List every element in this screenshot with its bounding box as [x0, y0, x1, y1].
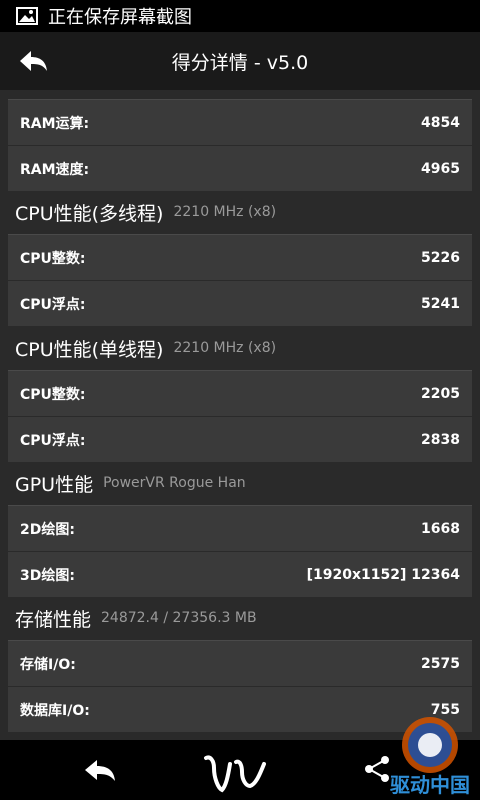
section-cpu-multi: CPU性能(多线程) 2210 MHz (x8) [15, 192, 276, 232]
section-cpu-single: CPU性能(单线程) 2210 MHz (x8) [15, 328, 276, 368]
list-item: RAM运算: 4854 [8, 100, 472, 145]
cpu-multi-card: CPU整数: 5226 CPU浮点: 5241 [8, 234, 472, 326]
watermark-logo: 驱动中国 [390, 717, 470, 797]
list-item: RAM速度: 4965 [8, 145, 472, 191]
ram-card: RAM运算: 4854 RAM速度: 4965 [8, 99, 472, 191]
status-bar: 正在保存屏幕截图 [0, 0, 480, 32]
cpu-int-label: CPU整数: [20, 386, 86, 403]
section-title: CPU性能(单线程) [15, 338, 164, 361]
storage-io-label: 存储I/O: [20, 656, 76, 673]
ram-ops-label: RAM运算: [20, 115, 90, 132]
section-subtitle: PowerVR Rogue Han [103, 475, 246, 491]
section-subtitle: 24872.4 / 27356.3 MB [101, 610, 257, 626]
section-title: 存储性能 [15, 608, 92, 631]
section-storage: 存储性能 24872.4 / 27356.3 MB [15, 598, 257, 638]
cpu-float-value: 2838 [421, 431, 460, 448]
section-subtitle: 2210 MHz (x8) [173, 204, 277, 220]
cpu-int-label: CPU整数: [20, 250, 86, 267]
back-arrow-icon[interactable] [82, 754, 118, 786]
title-bar: 得分详情 - v5.0 [0, 32, 480, 90]
ram-speed-label: RAM速度: [20, 161, 90, 178]
gpu-2d-value: 1668 [421, 520, 460, 537]
list-item: 3D绘图: [1920x1152] 12364 [8, 551, 472, 597]
cpu-float-label: CPU浮点: [20, 432, 86, 449]
gpu-3d-label: 3D绘图: [20, 567, 75, 584]
gpu-3d-value: [1920x1152] 12364 [306, 566, 460, 583]
back-arrow-icon[interactable] [16, 44, 50, 78]
section-title: GPU性能 [15, 473, 94, 496]
list-item: CPU整数: 5226 [8, 235, 472, 280]
list-item: 存储I/O: 2575 [8, 641, 472, 686]
storage-io-value: 2575 [421, 655, 460, 672]
cpu-int-value: 2205 [421, 385, 460, 402]
score-details: RAM运算: 4854 RAM速度: 4965 CPU性能(多线程) 2210 … [0, 90, 480, 740]
page-title: 得分详情 - v5.0 [171, 51, 309, 74]
list-item: 2D绘图: 1668 [8, 506, 472, 551]
status-text: 正在保存屏幕截图 [48, 7, 192, 28]
list-item: CPU整数: 2205 [8, 371, 472, 416]
section-gpu: GPU性能 PowerVR Rogue Han [15, 463, 246, 503]
gpu-2d-label: 2D绘图: [20, 521, 75, 538]
cpu-float-value: 5241 [421, 295, 460, 312]
gpu-card: 2D绘图: 1668 3D绘图: [1920x1152] 12364 [8, 505, 472, 597]
ram-speed-value: 4965 [421, 160, 460, 177]
image-icon [16, 7, 38, 25]
database-io-label: 数据库I/O: [20, 702, 90, 719]
ram-ops-value: 4854 [421, 114, 460, 131]
antutu-logo-icon [204, 755, 266, 793]
cpu-int-value: 5226 [421, 249, 460, 266]
watermark-text: 驱动中国 [390, 773, 470, 797]
section-subtitle: 2210 MHz (x8) [173, 340, 277, 356]
cpu-single-card: CPU整数: 2205 CPU浮点: 2838 [8, 370, 472, 462]
cpu-float-label: CPU浮点: [20, 296, 86, 313]
section-title: CPU性能(多线程) [15, 202, 164, 225]
list-item: CPU浮点: 2838 [8, 416, 472, 462]
list-item: CPU浮点: 5241 [8, 280, 472, 326]
